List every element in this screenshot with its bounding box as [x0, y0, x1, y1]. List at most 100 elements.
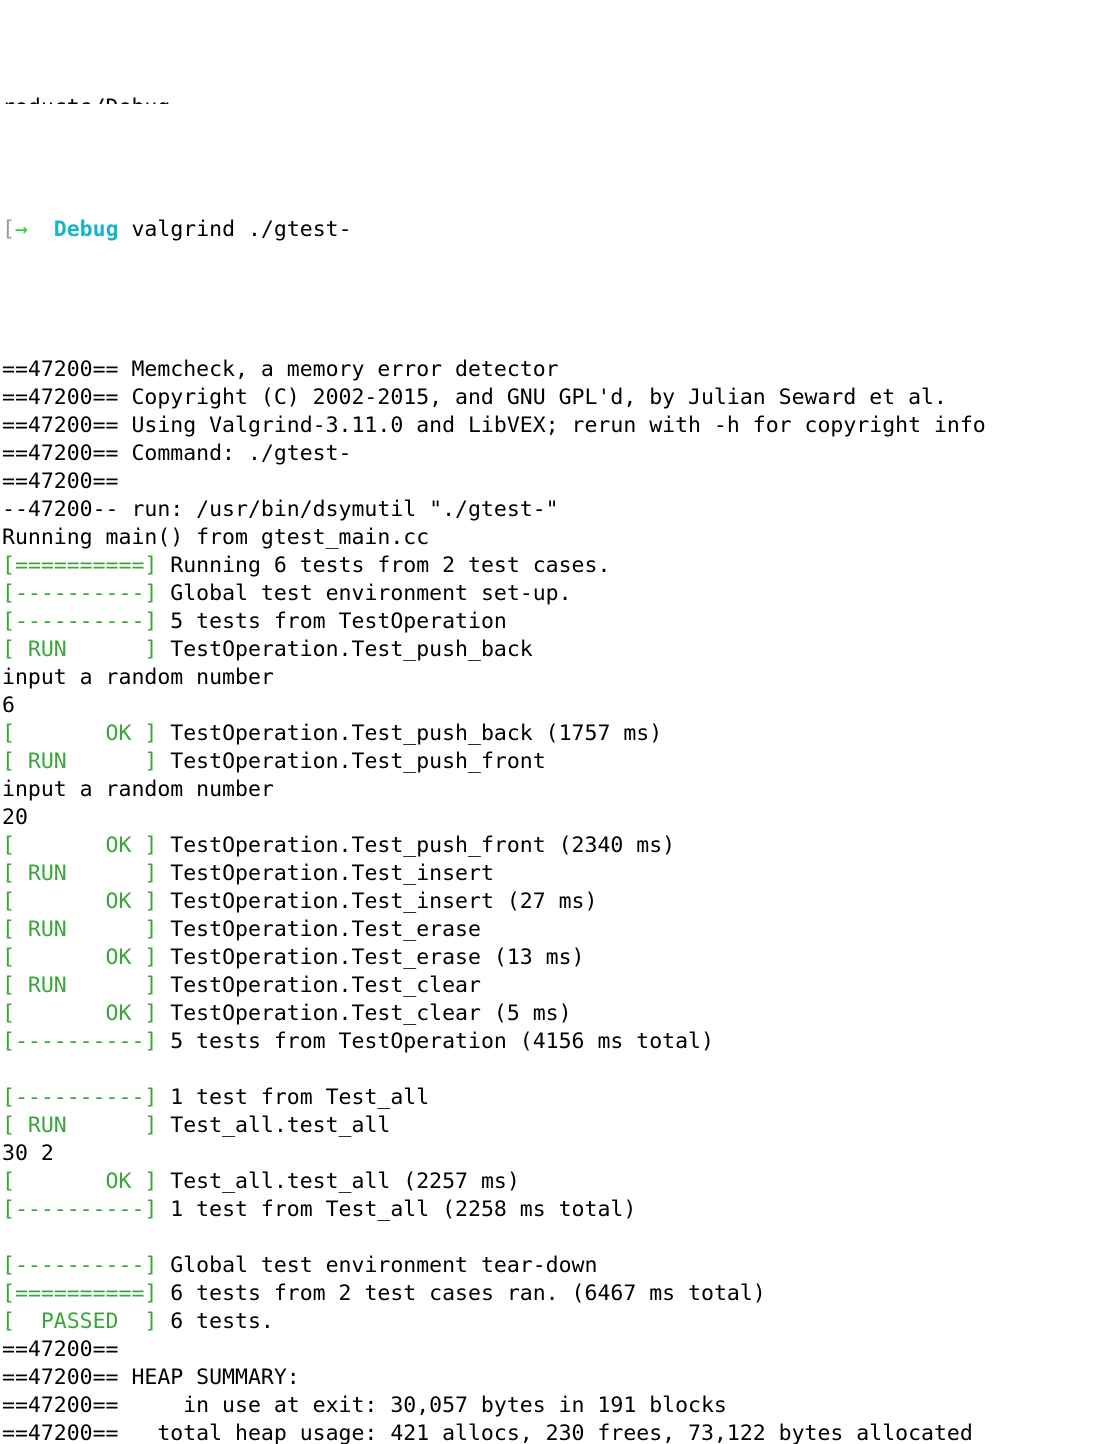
terminal-line: ==47200== HEAP SUMMARY:	[2, 1364, 1110, 1392]
test-result-line: [ OK ] TestOperation.Test_clear (5 ms)	[2, 1000, 1110, 1028]
prompt-space-1	[28, 217, 54, 242]
prompt-arrow-icon: →	[14, 217, 28, 242]
test-result-line: [ RUN ] TestOperation.Test_clear	[2, 972, 1110, 1000]
terminal-line: 20	[2, 804, 1110, 832]
test-status-tag: [ OK ]	[2, 721, 158, 746]
test-status-tag: [ RUN ]	[2, 917, 158, 942]
prompt-bracket-icon: [	[2, 217, 15, 242]
terminal-line-text: ==47200== total heap usage: 421 allocs, …	[2, 1421, 973, 1444]
test-result-text: TestOperation.Test_clear	[157, 973, 481, 998]
terminal-line: ==47200== in use at exit: 30,057 bytes i…	[2, 1392, 1110, 1420]
test-result-text: TestOperation.Test_insert (27 ms)	[157, 889, 598, 914]
test-status-tag: [==========]	[2, 553, 158, 578]
test-result-line: [ OK ] Test_all.test_all (2257 ms)	[2, 1168, 1110, 1196]
test-result-text: Running 6 tests from 2 test cases.	[157, 553, 611, 578]
terminal-line: 6	[2, 692, 1110, 720]
test-result-text: Global test environment set-up.	[157, 581, 572, 606]
test-result-text: 1 test from Test_all	[157, 1085, 430, 1110]
terminal-line: input a random number	[2, 776, 1110, 804]
test-status-tag: [ OK ]	[2, 945, 158, 970]
terminal-line-text: input a random number	[2, 665, 274, 690]
terminal-line-text: ==47200== Command: ./gtest-	[2, 441, 352, 466]
terminal-line-text: ==47200== HEAP SUMMARY:	[2, 1365, 300, 1390]
test-result-text: TestOperation.Test_push_front (2340 ms)	[157, 833, 676, 858]
test-result-line: [ RUN ] TestOperation.Test_push_front	[2, 748, 1110, 776]
terminal-line-text: Running main() from gtest_main.cc	[2, 525, 430, 550]
test-status-tag: [ PASSED ]	[2, 1309, 158, 1334]
terminal-line-text: ==47200== in use at exit: 30,057 bytes i…	[2, 1393, 727, 1418]
terminal-line: input a random number	[2, 664, 1110, 692]
terminal-line-text: 20	[2, 805, 28, 830]
test-status-tag: [----------]	[2, 1085, 158, 1110]
test-result-line: [==========] 6 tests from 2 test cases r…	[2, 1280, 1110, 1308]
terminal-line: ==47200== total heap usage: 421 allocs, …	[2, 1420, 1110, 1444]
test-status-tag: [ RUN ]	[2, 861, 158, 886]
test-result-line: [ PASSED ] 6 tests.	[2, 1308, 1110, 1336]
test-result-line: [ OK ] TestOperation.Test_push_back (175…	[2, 720, 1110, 748]
test-result-text: TestOperation.Test_erase	[157, 917, 481, 942]
test-result-text: TestOperation.Test_push_back	[157, 637, 533, 662]
test-result-line: [==========] Running 6 tests from 2 test…	[2, 552, 1110, 580]
test-status-tag: [ RUN ]	[2, 1113, 158, 1138]
test-result-text: Test_all.test_all (2257 ms)	[157, 1169, 520, 1194]
terminal-line: --47200-- run: /usr/bin/dsymutil "./gtes…	[2, 496, 1110, 524]
test-status-tag: [----------]	[2, 1253, 158, 1278]
terminal-line-text: 30 2	[2, 1141, 54, 1166]
test-result-line: [ RUN ] TestOperation.Test_erase	[2, 916, 1110, 944]
terminal-output-pane[interactable]: roducts/Debug [→ Debug valgrind ./gtest-…	[0, 0, 1110, 1444]
terminal-line-text: 6	[2, 693, 15, 718]
test-status-tag: [ RUN ]	[2, 749, 158, 774]
test-result-line: [----------] 5 tests from TestOperation	[2, 608, 1110, 636]
test-result-line: [ OK ] TestOperation.Test_push_front (23…	[2, 832, 1110, 860]
test-result-line: [ RUN ] TestOperation.Test_push_back	[2, 636, 1110, 664]
test-result-text: TestOperation.Test_insert	[157, 861, 494, 886]
test-status-tag: [==========]	[2, 1281, 158, 1306]
output-lines-container: ==47200== Memcheck, a memory error detec…	[2, 356, 1110, 1444]
terminal-line: ==47200== Using Valgrind-3.11.0 and LibV…	[2, 412, 1110, 440]
test-result-line: [----------] Global test environment tea…	[2, 1252, 1110, 1280]
test-result-text: Test_all.test_all	[157, 1113, 391, 1138]
terminal-line-text: --47200-- run: /usr/bin/dsymutil "./gtes…	[2, 497, 559, 522]
test-result-line: [----------] 5 tests from TestOperation …	[2, 1028, 1110, 1056]
terminal-line: 30 2	[2, 1140, 1110, 1168]
test-result-line: [----------] Global test environment set…	[2, 580, 1110, 608]
test-status-tag: [ OK ]	[2, 889, 158, 914]
test-result-line: [----------] 1 test from Test_all (2258 …	[2, 1196, 1110, 1224]
test-result-text: TestOperation.Test_clear (5 ms)	[157, 1001, 572, 1026]
test-status-tag: [ OK ]	[2, 1001, 158, 1026]
test-status-tag: [----------]	[2, 581, 158, 606]
test-result-text: TestOperation.Test_erase (13 ms)	[157, 945, 585, 970]
test-result-text: 6 tests.	[157, 1309, 274, 1334]
test-result-text: TestOperation.Test_push_front	[157, 749, 546, 774]
terminal-line: ==47200== Memcheck, a memory error detec…	[2, 356, 1110, 384]
prompt-branch-label: Debug	[53, 217, 119, 242]
test-status-tag: [ OK ]	[2, 833, 158, 858]
clipped-previous-line: roducts/Debug	[2, 94, 1110, 104]
test-result-text: 6 tests from 2 test cases ran. (6467 ms …	[157, 1281, 766, 1306]
test-result-text: Global test environment tear-down	[157, 1253, 598, 1278]
terminal-line-text: input a random number	[2, 777, 274, 802]
test-status-tag: [ OK ]	[2, 1169, 158, 1194]
test-result-line: [ RUN ] TestOperation.Test_insert	[2, 860, 1110, 888]
prompt-line[interactable]: [→ Debug valgrind ./gtest-	[2, 216, 1110, 244]
test-status-tag: [----------]	[2, 1197, 158, 1222]
test-result-line: [----------] 1 test from Test_all	[2, 1084, 1110, 1112]
terminal-line-text: ==47200==	[2, 1337, 119, 1362]
terminal-line-text: ==47200==	[2, 469, 119, 494]
terminal-line: ==47200==	[2, 1336, 1110, 1364]
test-result-text: 1 test from Test_all (2258 ms total)	[157, 1197, 637, 1222]
test-status-tag: [----------]	[2, 1029, 158, 1054]
terminal-line-text: ==47200== Copyright (C) 2002-2015, and G…	[2, 385, 947, 410]
test-result-line: [ OK ] TestOperation.Test_erase (13 ms)	[2, 944, 1110, 972]
test-status-tag: [----------]	[2, 609, 158, 634]
terminal-line: Running main() from gtest_main.cc	[2, 524, 1110, 552]
terminal-line: ==47200== Command: ./gtest-	[2, 440, 1110, 468]
terminal-line-text: ==47200== Using Valgrind-3.11.0 and LibV…	[2, 413, 986, 438]
test-result-text: 5 tests from TestOperation	[157, 609, 507, 634]
test-status-tag: [ RUN ]	[2, 973, 158, 998]
clipped-previous-line-text: roducts/Debug	[2, 95, 170, 104]
test-result-text: TestOperation.Test_push_back (1757 ms)	[157, 721, 663, 746]
prompt-space-2	[119, 217, 132, 242]
